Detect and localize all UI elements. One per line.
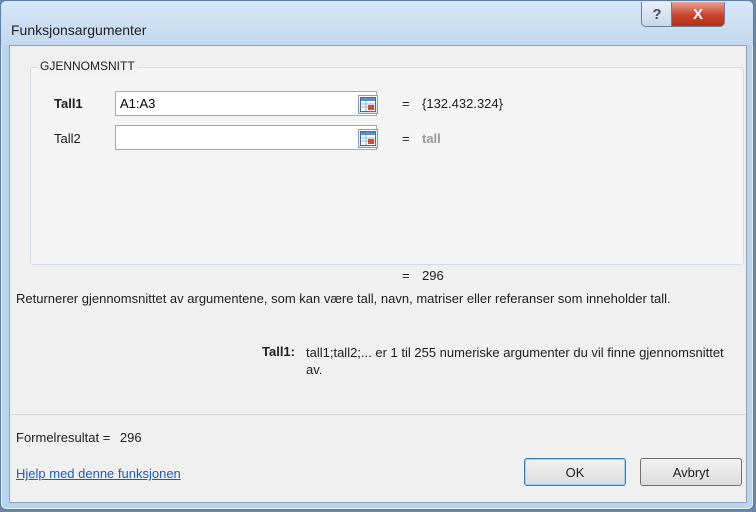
question-mark-icon: ?: [652, 5, 662, 23]
formula-result-label: Formelresultat =: [16, 430, 111, 445]
function-arguments-dialog: Funksjonsargumenter ? X GJENNOMSNITT Tal…: [0, 0, 754, 510]
arg-label-tall2: Tall2: [54, 131, 81, 146]
tall2-equals: =: [402, 131, 410, 146]
tall2-result: tall: [422, 131, 441, 146]
argument-help-label: Tall1:: [262, 344, 295, 359]
title-bar: Funksjonsargumenter ? X: [1, 1, 753, 45]
tall1-collapse-button[interactable]: [358, 95, 378, 114]
argument-help-text: tall1;tall2;... er 1 til 255 numeriske a…: [306, 345, 724, 377]
dialog-body: GJENNOMSNITT Tall1 = {132.432.324} Tall2: [9, 45, 747, 503]
tall1-input[interactable]: [115, 91, 377, 116]
formula-result-value: 296: [119, 430, 142, 445]
divider: [10, 414, 746, 415]
tall1-equals: =: [402, 96, 410, 111]
range-selector-icon: [360, 97, 376, 112]
function-result: 296: [422, 268, 444, 283]
tall2-input[interactable]: [115, 125, 377, 150]
ok-button[interactable]: OK: [524, 458, 626, 486]
help-button[interactable]: ?: [641, 2, 673, 27]
function-description: Returnerer gjennomsnittet av argumentene…: [16, 291, 671, 306]
close-button[interactable]: X: [671, 2, 725, 27]
arg-label-tall1: Tall1: [54, 96, 83, 111]
function-name: GJENNOMSNITT: [38, 59, 137, 73]
cancel-button[interactable]: Avbryt: [640, 458, 742, 486]
close-icon: X: [692, 5, 703, 23]
result-equals: =: [402, 268, 410, 283]
range-selector-icon: [360, 131, 376, 146]
help-link[interactable]: Hjelp med denne funksjonen: [16, 466, 181, 481]
formula-result: Formelresultat = 296: [16, 430, 142, 445]
tall2-collapse-button[interactable]: [358, 129, 378, 148]
tall1-result: {132.432.324}: [422, 96, 503, 111]
dialog-title: Funksjonsargumenter: [11, 22, 147, 38]
